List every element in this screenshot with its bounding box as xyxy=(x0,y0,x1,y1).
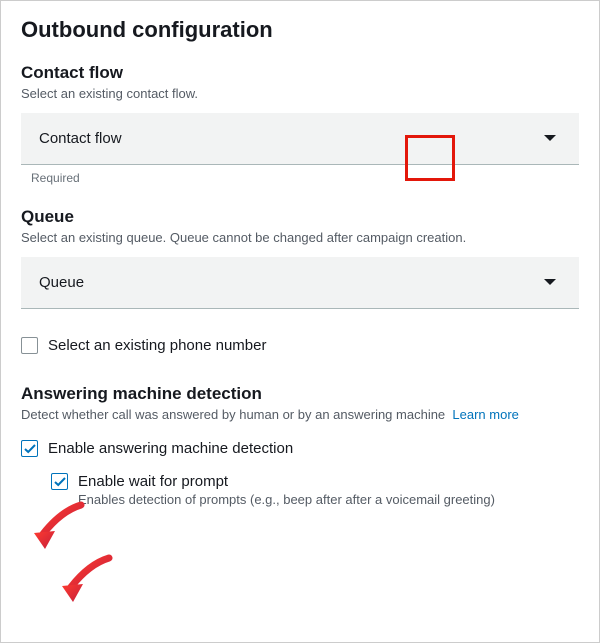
annotation-arrow-icon xyxy=(31,501,86,551)
enable-wait-desc: Enables detection of prompts (e.g., beep… xyxy=(78,492,579,507)
enable-wait-label: Enable wait for prompt xyxy=(78,473,228,490)
annotation-arrow-icon xyxy=(59,554,114,604)
contact-flow-select[interactable]: Contact flow xyxy=(21,113,579,165)
enable-amd-label: Enable answering machine detection xyxy=(48,440,293,457)
contact-flow-hint: Required xyxy=(31,171,579,185)
contact-flow-title: Contact flow xyxy=(21,63,579,83)
contact-flow-select-label: Contact flow xyxy=(39,130,122,147)
phone-number-section: Select an existing phone number xyxy=(21,337,579,354)
enable-amd-checkbox[interactable] xyxy=(21,440,38,457)
amd-desc-row: Detect whether call was answered by huma… xyxy=(21,407,579,422)
queue-title: Queue xyxy=(21,207,579,227)
chevron-down-icon xyxy=(543,134,557,143)
enable-wait-checkbox[interactable] xyxy=(51,473,68,490)
contact-flow-desc: Select an existing contact flow. xyxy=(21,86,579,101)
queue-select-label: Queue xyxy=(39,274,84,291)
contact-flow-section: Contact flow Select an existing contact … xyxy=(21,63,579,185)
phone-number-label: Select an existing phone number xyxy=(48,337,266,354)
amd-title: Answering machine detection xyxy=(21,384,579,404)
page-title: Outbound configuration xyxy=(21,17,579,43)
queue-select[interactable]: Queue xyxy=(21,257,579,309)
queue-section: Queue Select an existing queue. Queue ca… xyxy=(21,207,579,309)
amd-desc: Detect whether call was answered by huma… xyxy=(21,407,445,422)
amd-section: Answering machine detection Detect wheth… xyxy=(21,384,579,507)
queue-desc: Select an existing queue. Queue cannot b… xyxy=(21,230,579,245)
phone-number-checkbox[interactable] xyxy=(21,337,38,354)
learn-more-link[interactable]: Learn more xyxy=(452,407,518,422)
chevron-down-icon xyxy=(543,278,557,287)
